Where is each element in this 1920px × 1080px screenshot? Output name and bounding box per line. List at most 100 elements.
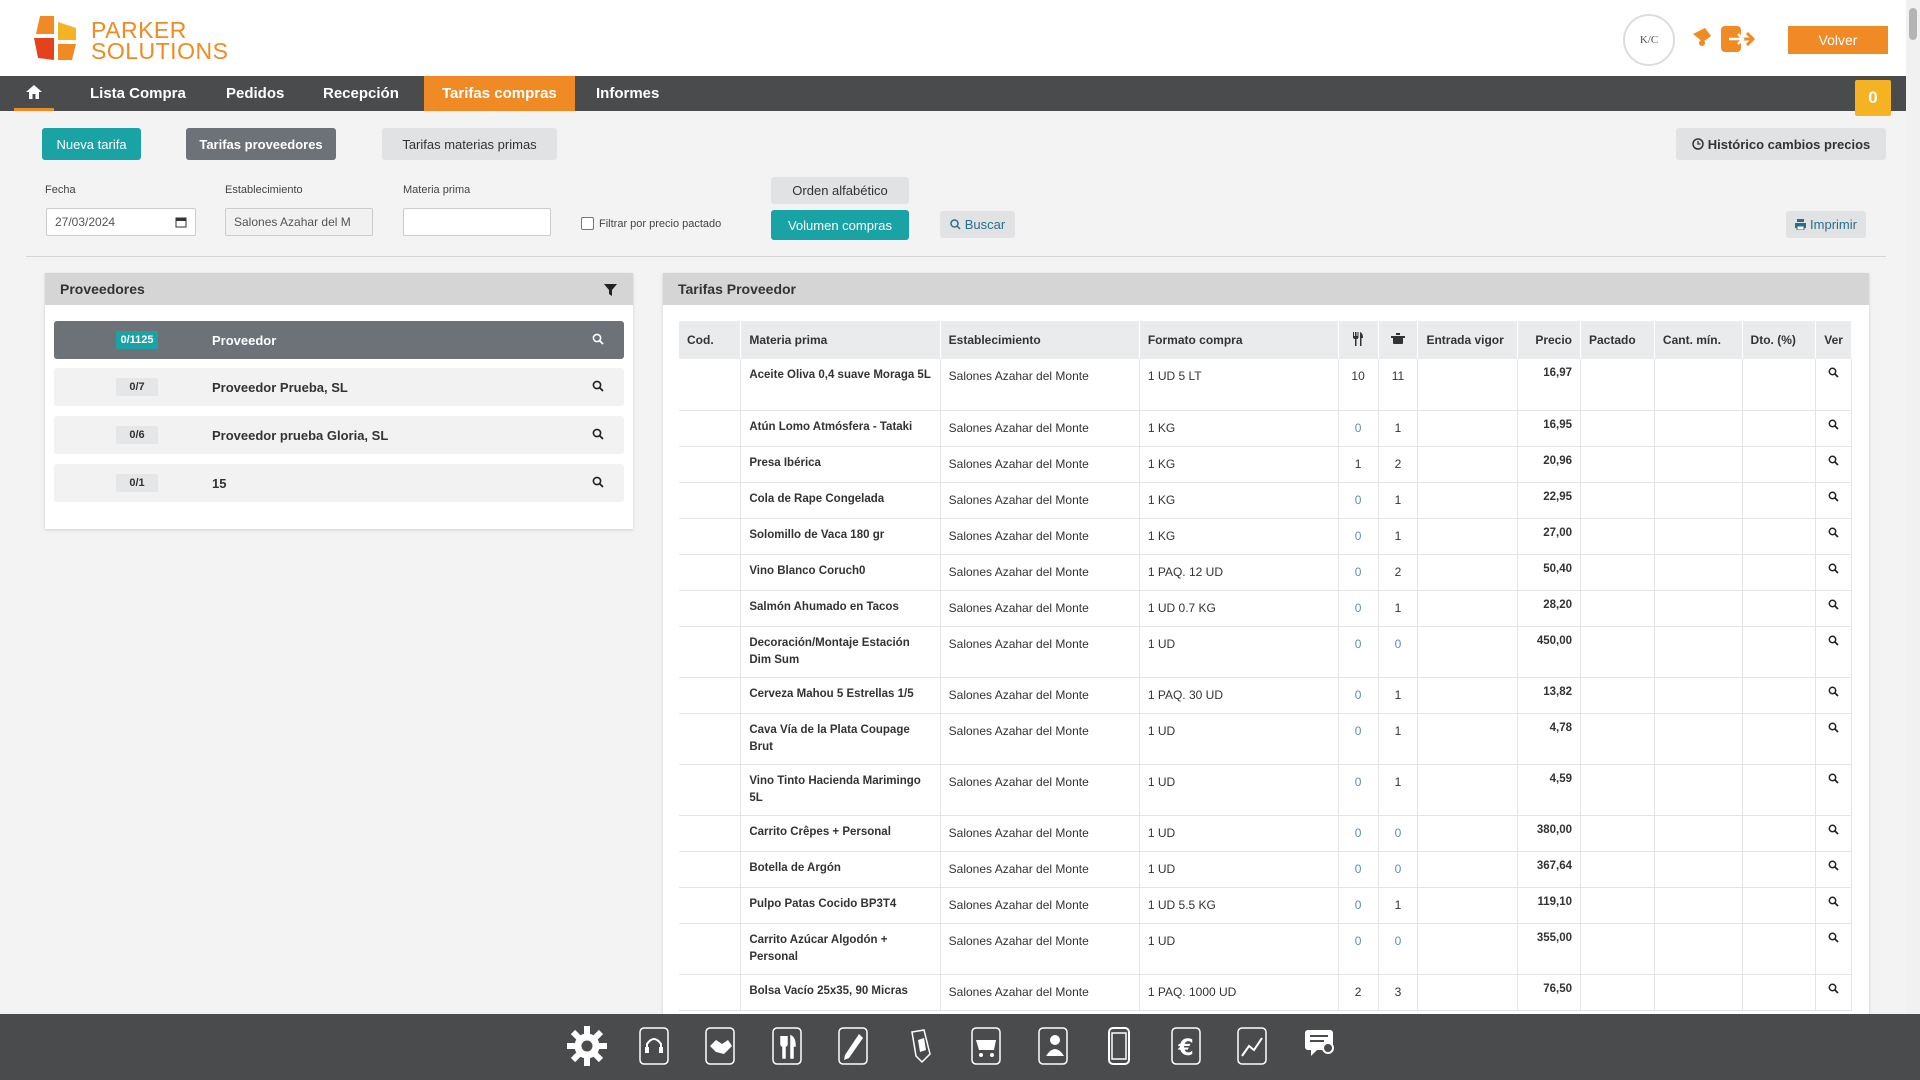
- nav-recepcion[interactable]: Recepción: [305, 76, 417, 111]
- cell-ver[interactable]: [1815, 410, 1852, 447]
- search-icon[interactable]: [1828, 860, 1839, 871]
- cell-ver[interactable]: [1815, 887, 1852, 924]
- table-row[interactable]: Botella de Argón Salones Azahar del Monte…: [679, 851, 1852, 888]
- dock-pencil-button[interactable]: [831, 1024, 875, 1068]
- cell-ver[interactable]: [1815, 482, 1852, 519]
- scrollbar-thumb[interactable]: [1909, 8, 1917, 40]
- home-button[interactable]: [14, 76, 54, 111]
- proveedor-row[interactable]: 0/1125 Proveedor: [54, 321, 624, 359]
- proveedor-row[interactable]: 0/7 Proveedor Prueba, SL: [54, 368, 624, 406]
- tarifas-materias-button[interactable]: Tarifas materias primas: [382, 128, 557, 160]
- col-precio[interactable]: Precio: [1517, 321, 1581, 359]
- col-cod[interactable]: Cod.: [679, 321, 742, 359]
- bell-icon[interactable]: [1691, 24, 1713, 48]
- table-row[interactable]: Carrito Azúcar Algodón + Personal Salones…: [679, 923, 1852, 975]
- table-row[interactable]: Aceite Oliva 0,4 suave Moraga 5L Salones …: [679, 359, 1852, 411]
- search-icon[interactable]: [1828, 896, 1839, 907]
- col-cutlery[interactable]: [1338, 321, 1379, 359]
- search-icon[interactable]: [1828, 563, 1839, 574]
- volumen-compras-button[interactable]: Volumen compras: [771, 210, 909, 240]
- cell-ver[interactable]: [1815, 446, 1852, 483]
- search-icon[interactable]: [1828, 527, 1839, 538]
- dock-headset-button[interactable]: [632, 1024, 676, 1068]
- nav-tarifas-compras[interactable]: Tarifas compras: [424, 76, 575, 111]
- orden-alfabetico-button[interactable]: Orden alfabético: [771, 177, 909, 204]
- table-row[interactable]: Bolsa Vacío 25x35, 90 Micras Salones Azah…: [679, 974, 1852, 1011]
- table-row[interactable]: Decoración/Montaje Estación Dim Sum Salon…: [679, 626, 1852, 678]
- table-row[interactable]: Presa Ibérica Salones Azahar del Monte 1 K…: [679, 446, 1852, 483]
- cell-ver[interactable]: [1815, 974, 1852, 1011]
- col-pot[interactable]: [1378, 321, 1419, 359]
- table-row[interactable]: Cerveza Mahou 5 Estrellas 1/5 Salones Aza…: [679, 677, 1852, 714]
- filter-icon[interactable]: [604, 284, 617, 296]
- materia-field[interactable]: [403, 208, 551, 236]
- nueva-tarifa-button[interactable]: Nueva tarifa: [42, 128, 141, 160]
- cell-ver[interactable]: [1815, 359, 1852, 411]
- table-row[interactable]: Cava Vía de la Plata Coupage Brut Salones…: [679, 713, 1852, 765]
- col-establecimiento[interactable]: Establecimiento: [940, 321, 1140, 359]
- table-row[interactable]: Salmón Ahumado en Tacos Salones Azahar de…: [679, 590, 1852, 627]
- search-icon[interactable]: [1828, 635, 1839, 646]
- dock-chart-button[interactable]: [1230, 1024, 1274, 1068]
- cell-ver[interactable]: [1815, 554, 1852, 591]
- fecha-field[interactable]: 27/03/2024: [46, 208, 196, 236]
- proveedor-row[interactable]: 0/6 Proveedor prueba Gloria, SL: [54, 416, 624, 454]
- historico-button[interactable]: Histórico cambios precios: [1676, 128, 1886, 160]
- col-formato[interactable]: Formato compra: [1139, 321, 1339, 359]
- nav-pedidos[interactable]: Pedidos: [208, 76, 302, 111]
- logout-icon[interactable]: [1719, 24, 1757, 54]
- dock-tablet-button[interactable]: [1097, 1024, 1141, 1068]
- imprimir-button[interactable]: Imprimir: [1786, 211, 1866, 238]
- cell-ver[interactable]: [1815, 590, 1852, 627]
- avatar[interactable]: K/C: [1623, 14, 1675, 66]
- proveedor-row[interactable]: 0/1 15: [54, 464, 624, 502]
- nav-informes[interactable]: Informes: [578, 76, 677, 111]
- table-row[interactable]: Atún Lomo Atmósfera - Tataki Salones Azah…: [679, 410, 1852, 447]
- dock-contacts-button[interactable]: [1031, 1024, 1075, 1068]
- col-pactado[interactable]: Pactado: [1580, 321, 1655, 359]
- volver-button[interactable]: Volver: [1788, 26, 1888, 54]
- col-materia[interactable]: Materia prima: [740, 321, 941, 359]
- establecimiento-field[interactable]: Salones Azahar del M: [225, 208, 373, 236]
- table-row[interactable]: Pulpo Patas Cocido BP3T4 Salones Azahar d…: [679, 887, 1852, 924]
- cell-ver[interactable]: [1815, 815, 1852, 852]
- search-icon[interactable]: [1828, 824, 1839, 835]
- search-icon[interactable]: [1828, 983, 1839, 994]
- nav-lista-compra[interactable]: Lista Compra: [72, 76, 204, 111]
- cell-ver[interactable]: [1815, 764, 1852, 816]
- buscar-button[interactable]: Buscar: [940, 211, 1015, 238]
- dock-handshake-button[interactable]: [698, 1024, 742, 1068]
- search-icon[interactable]: [592, 333, 604, 345]
- checkbox-box[interactable]: [581, 217, 594, 230]
- table-row[interactable]: Vino Tinto Hacienda Marimingo 5L Salones …: [679, 764, 1852, 816]
- table-row[interactable]: Vino Blanco Coruch0 Salones Azahar del Mo…: [679, 554, 1852, 591]
- calendar-icon[interactable]: [175, 216, 187, 228]
- search-icon[interactable]: [1828, 367, 1839, 378]
- search-icon[interactable]: [1828, 455, 1839, 466]
- col-dto[interactable]: Dto. (%): [1742, 321, 1817, 359]
- search-icon[interactable]: [592, 380, 604, 392]
- tarifas-proveedores-button[interactable]: Tarifas proveedores: [186, 128, 336, 160]
- dock-gear-button[interactable]: [565, 1024, 609, 1068]
- table-row[interactable]: Carrito Crêpes + Personal Salones Azahar …: [679, 815, 1852, 852]
- cell-ver[interactable]: [1815, 713, 1852, 765]
- cell-ver[interactable]: [1815, 518, 1852, 555]
- search-icon[interactable]: [1828, 419, 1839, 430]
- cart-badge[interactable]: 0: [1855, 80, 1891, 116]
- cell-ver[interactable]: [1815, 851, 1852, 888]
- dock-cart-list-button[interactable]: [964, 1024, 1008, 1068]
- table-row[interactable]: Cola de Rape Congelada Salones Azahar del…: [679, 482, 1852, 519]
- search-icon[interactable]: [592, 428, 604, 440]
- dock-euro-button[interactable]: €: [1164, 1024, 1208, 1068]
- dock-cutlery-button[interactable]: [765, 1024, 809, 1068]
- col-cant[interactable]: Cant. mín.: [1654, 321, 1743, 359]
- search-icon[interactable]: [592, 476, 604, 488]
- search-icon[interactable]: [1828, 773, 1839, 784]
- dock-marker-button[interactable]: [898, 1024, 942, 1068]
- search-icon[interactable]: [1828, 491, 1839, 502]
- table-row[interactable]: Solomillo de Vaca 180 gr Salones Azahar d…: [679, 518, 1852, 555]
- col-ver[interactable]: Ver: [1815, 321, 1852, 359]
- cell-ver[interactable]: [1815, 923, 1852, 975]
- dock-message-button[interactable]: [1297, 1024, 1341, 1068]
- search-icon[interactable]: [1828, 932, 1839, 943]
